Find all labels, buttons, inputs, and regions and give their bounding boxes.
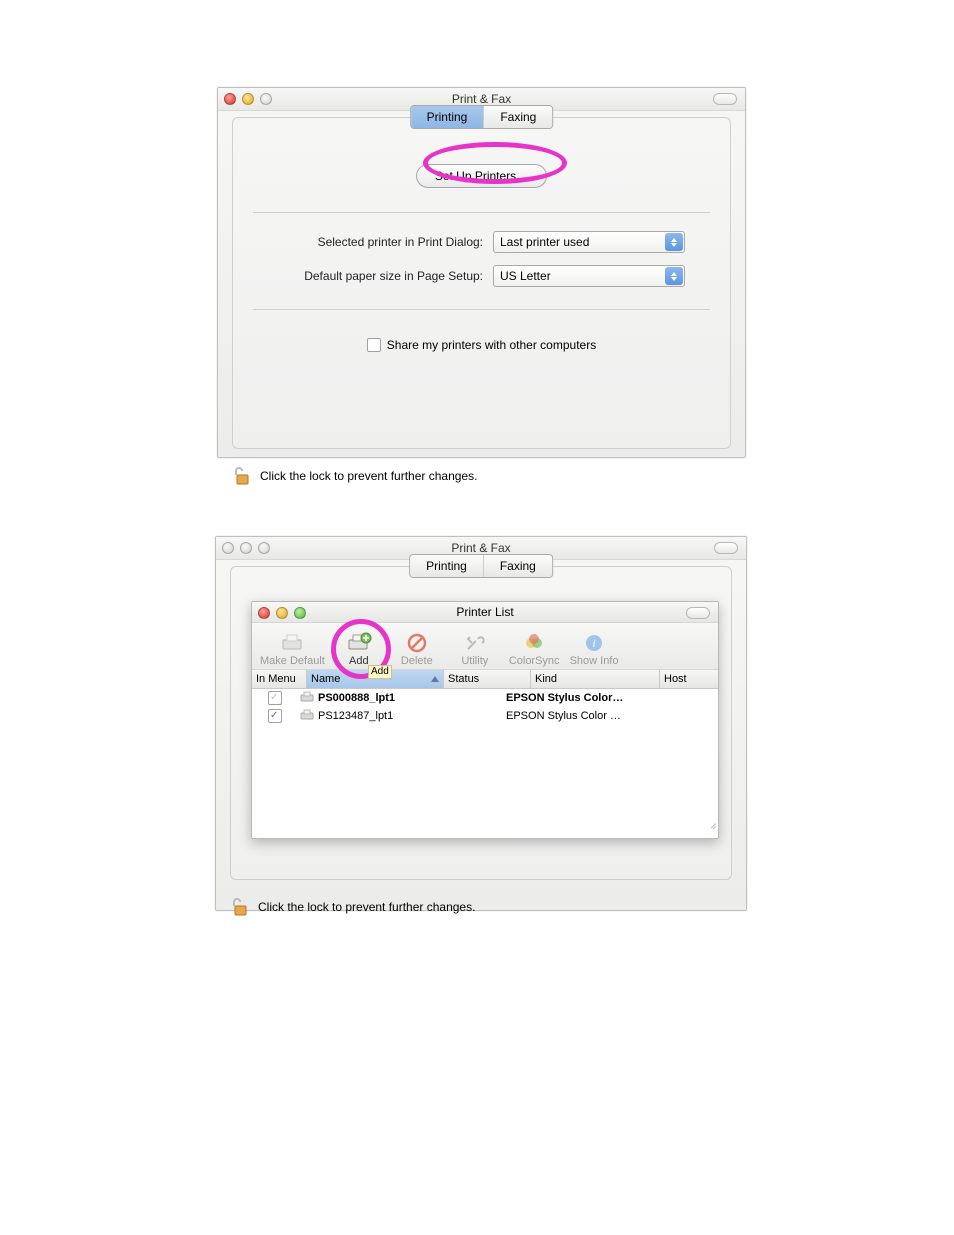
print-fax-window-1: Print & Fax Printing Faxing Set Up Print… <box>217 87 746 458</box>
lock-open-icon[interactable] <box>228 896 250 918</box>
label-selected-printer: Selected printer in Print Dialog: <box>253 235 493 249</box>
tab-printing[interactable]: Printing <box>411 106 485 128</box>
main-panel: Printing Faxing Set Up Printers… Selecte… <box>232 117 731 449</box>
printer-kind: EPSON Stylus Color … <box>506 710 626 722</box>
add-printer-button[interactable]: Add <box>331 631 387 667</box>
col-host[interactable]: Host <box>660 670 718 688</box>
popup-selected-printer-value: Last printer used <box>494 235 664 249</box>
minimize-icon[interactable] <box>240 542 252 554</box>
separator <box>253 212 710 213</box>
show-info-label: Show Info <box>570 655 619 667</box>
popup-selected-printer[interactable]: Last printer used <box>493 231 685 253</box>
tab-faxing[interactable]: Faxing <box>484 106 552 128</box>
printer-icon <box>300 691 314 706</box>
chevron-updown-icon <box>665 267 683 285</box>
utility-button[interactable]: Utility <box>447 631 503 667</box>
delete-label: Delete <box>401 655 433 667</box>
col-kind[interactable]: Kind <box>531 670 660 688</box>
share-printers-checkbox[interactable]: Share my printers with other computers <box>367 338 596 352</box>
lock-text: Click the lock to prevent further change… <box>260 469 477 483</box>
printer-list[interactable]: ✓ PS000888_lpt1 EPSON Stylus Color… ✓ <box>252 689 718 829</box>
delete-button[interactable]: Delete <box>389 631 445 667</box>
make-default-label: Make Default <box>260 655 325 667</box>
zoom-icon[interactable] <box>258 542 270 554</box>
tab-printing[interactable]: Printing <box>410 555 484 577</box>
close-icon[interactable] <box>222 542 234 554</box>
list-item[interactable]: ✓ PS123487_lpt1 EPSON Stylus Color … <box>252 707 718 725</box>
checkbox-icon <box>367 338 381 352</box>
separator <box>253 309 710 310</box>
print-fax-window-2: Print & Fax Printing Faxing Printer List <box>215 536 747 911</box>
traffic-lights <box>258 602 306 624</box>
lock-text: Click the lock to prevent further change… <box>258 900 475 914</box>
share-printers-label: Share my printers with other computers <box>387 338 596 352</box>
toolbar-toggle-icon[interactable] <box>713 93 737 105</box>
window-title: Print & Fax <box>452 92 511 106</box>
label-default-paper: Default paper size in Page Setup: <box>253 269 493 283</box>
make-default-button[interactable]: Make Default <box>256 631 329 667</box>
zoom-icon[interactable] <box>260 93 272 105</box>
tools-icon <box>464 631 486 655</box>
colorsync-button[interactable]: ColorSync <box>505 631 564 667</box>
prohibit-icon <box>407 631 427 655</box>
printer-name: PS000888_lpt1 <box>318 692 395 704</box>
printer-icon <box>280 631 304 655</box>
show-info-button[interactable]: i Show Info <box>566 631 623 667</box>
checkbox-icon[interactable]: ✓ <box>268 691 282 705</box>
column-headers: In Menu Name Status Kind Host <box>252 670 718 689</box>
col-in-menu[interactable]: In Menu <box>252 670 307 688</box>
row-selected-printer: Selected printer in Print Dialog: Last p… <box>253 231 710 253</box>
printer-kind: EPSON Stylus Color… <box>506 692 626 704</box>
minimize-icon[interactable] <box>276 607 288 619</box>
lock-row: Click the lock to prevent further change… <box>216 892 746 928</box>
close-icon[interactable] <box>258 607 270 619</box>
close-icon[interactable] <box>224 93 236 105</box>
printer-list-window: Printer List Make Default <box>251 601 719 839</box>
toolbar-toggle-icon[interactable] <box>686 607 710 619</box>
col-name-label: Name <box>311 670 340 688</box>
setup-printers-button[interactable]: Set Up Printers… <box>416 164 547 188</box>
toolbar: Make Default Add <box>252 623 718 670</box>
window-title: Print & Fax <box>451 541 510 555</box>
sort-asc-icon <box>431 676 439 682</box>
main-panel: Printing Faxing Printer List <box>230 566 732 880</box>
zoom-icon[interactable] <box>294 607 306 619</box>
list-item[interactable]: ✓ PS000888_lpt1 EPSON Stylus Color… <box>252 689 718 707</box>
svg-text:i: i <box>592 636 595 650</box>
add-tooltip: Add <box>368 665 392 679</box>
tab-faxing[interactable]: Faxing <box>484 555 552 577</box>
chevron-updown-icon <box>665 233 683 251</box>
col-status[interactable]: Status <box>444 670 531 688</box>
colorsync-icon <box>523 631 545 655</box>
checkbox-icon[interactable]: ✓ <box>268 709 282 723</box>
minimize-icon[interactable] <box>242 93 254 105</box>
printer-icon <box>300 709 314 724</box>
add-label: Add <box>349 655 369 667</box>
popup-default-paper-value: US Letter <box>494 269 664 283</box>
row-default-paper: Default paper size in Page Setup: US Let… <box>253 265 710 287</box>
tabs: Printing Faxing <box>409 554 553 578</box>
printer-add-icon <box>346 631 372 655</box>
printer-name: PS123487_lpt1 <box>318 710 393 722</box>
resize-handle-icon[interactable] <box>704 815 716 827</box>
popup-default-paper[interactable]: US Letter <box>493 265 685 287</box>
traffic-lights <box>224 88 272 110</box>
utility-label: Utility <box>461 655 488 667</box>
toolbar-toggle-icon[interactable] <box>714 542 738 554</box>
sub-titlebar[interactable]: Printer List <box>252 602 718 623</box>
sub-window-title: Printer List <box>456 605 513 619</box>
tabs: Printing Faxing <box>410 105 554 129</box>
lock-open-icon[interactable] <box>230 465 252 487</box>
info-icon: i <box>584 631 604 655</box>
lock-row: Click the lock to prevent further change… <box>218 461 745 497</box>
colorsync-label: ColorSync <box>509 655 560 667</box>
traffic-lights <box>222 537 270 559</box>
